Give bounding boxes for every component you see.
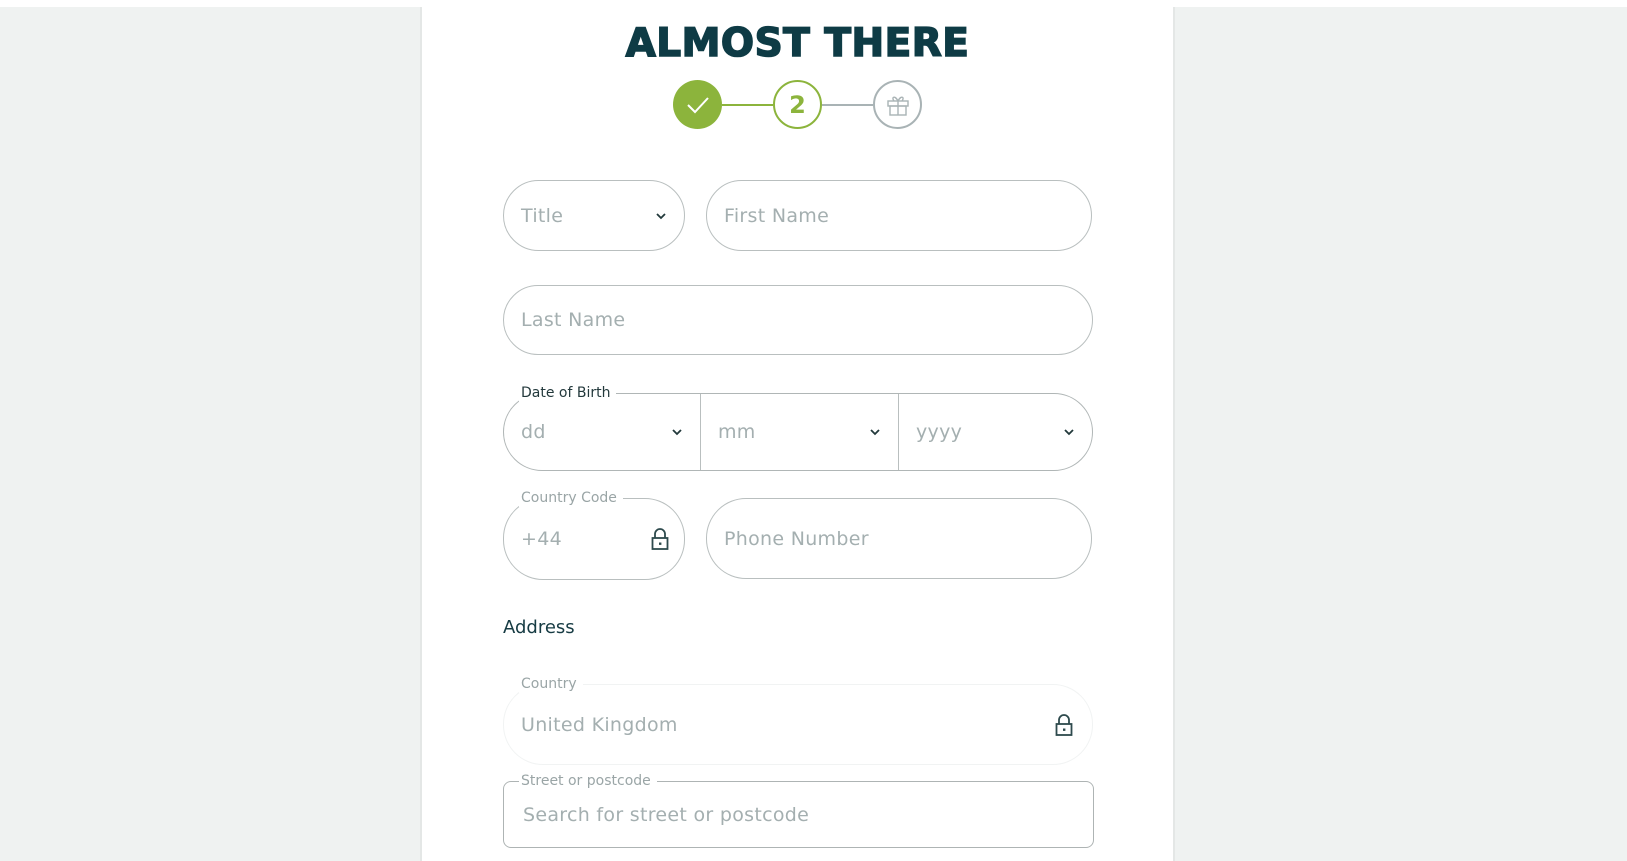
step-3-upcoming xyxy=(873,80,922,129)
country-value: United Kingdom xyxy=(521,713,678,736)
last-name-input[interactable]: Last Name xyxy=(503,285,1093,355)
dob-month-select[interactable]: mm xyxy=(701,394,898,470)
chevron-down-icon xyxy=(1064,429,1074,436)
first-name-input[interactable]: First Name xyxy=(706,180,1092,251)
step-connector xyxy=(722,104,773,106)
street-postcode-placeholder: Search for street or postcode xyxy=(523,803,810,826)
step-connector xyxy=(822,104,873,106)
country-code-value: +44 xyxy=(521,528,562,550)
step-2-current: 2 xyxy=(773,80,822,129)
phone-number-placeholder: Phone Number xyxy=(724,527,869,550)
country-code-label: Country Code xyxy=(519,489,623,507)
phone-number-input[interactable]: Phone Number xyxy=(706,498,1092,579)
country-field: Country United Kingdom xyxy=(503,675,1093,765)
lock-icon xyxy=(1055,713,1073,736)
top-strip xyxy=(0,0,1627,7)
street-postcode-label: Street or postcode xyxy=(519,772,657,790)
lock-icon xyxy=(651,528,669,550)
country-label: Country xyxy=(519,675,583,693)
step-number: 2 xyxy=(789,90,806,119)
gift-icon xyxy=(886,96,909,116)
page-title: ALMOST THERE xyxy=(625,20,970,67)
address-section-label: Address xyxy=(503,617,575,638)
country-code-field: Country Code +44 xyxy=(503,489,685,580)
step-1-completed xyxy=(673,80,722,129)
chevron-down-icon xyxy=(656,212,666,219)
dob-month-placeholder: mm xyxy=(718,421,756,443)
dob-day-select[interactable]: dd xyxy=(504,394,700,470)
last-name-placeholder: Last Name xyxy=(521,309,626,331)
date-of-birth-group: Date of Birth dd mm yyyy xyxy=(503,384,1093,471)
chevron-down-icon xyxy=(870,429,880,436)
title-select[interactable]: Title xyxy=(503,180,685,251)
check-icon xyxy=(686,96,709,113)
dob-day-placeholder: dd xyxy=(521,421,546,443)
first-name-placeholder: First Name xyxy=(724,204,830,227)
street-postcode-input[interactable]: Street or postcode Search for street or … xyxy=(503,772,1094,848)
dob-year-select[interactable]: yyyy xyxy=(899,394,1092,470)
registration-card: ALMOST THERE 2 Title First Name Last Nam… xyxy=(422,7,1173,861)
chevron-down-icon xyxy=(672,429,682,436)
dob-year-placeholder: yyyy xyxy=(916,421,963,443)
title-placeholder: Title xyxy=(521,204,564,227)
